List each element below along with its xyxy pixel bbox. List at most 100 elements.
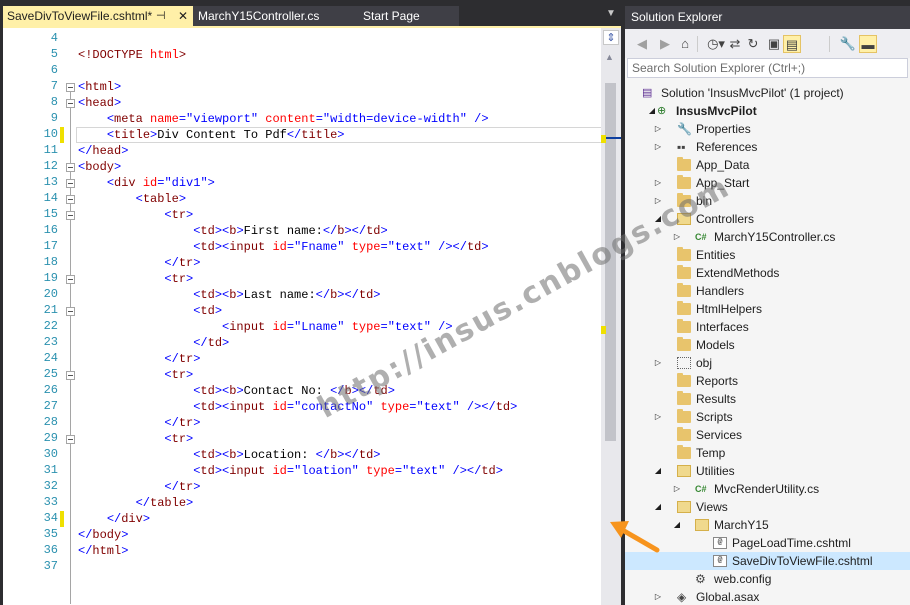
tree-item[interactable]: ◢ MarchY15	[625, 516, 910, 534]
collapsed-arrow-icon[interactable]: ▷	[653, 354, 663, 372]
code-line[interactable]: 25 <tr>	[3, 367, 601, 383]
code-line[interactable]: 6	[3, 63, 601, 79]
tree-item[interactable]: ▷ ▪▪ References	[625, 138, 910, 156]
tree-item[interactable]: Entities	[625, 246, 910, 264]
show-all-files-icon[interactable]: ▤	[783, 35, 801, 53]
tree-item[interactable]: ⚙ web.config	[625, 570, 910, 588]
tree-item[interactable]: Models	[625, 336, 910, 354]
code-line[interactable]: 35 </body>	[3, 527, 601, 543]
code-line[interactable]: 18 </tr>	[3, 255, 601, 271]
code-line[interactable]: 13 <div id="div1">	[3, 175, 601, 191]
code-line[interactable]: 31 <td><input id="loation" type="text" /…	[3, 463, 601, 479]
tree-item[interactable]: ▤ Solution 'InsusMvcPilot' (1 project)	[625, 84, 910, 102]
code-line[interactable]: 16 <td><b>First name:</b></td>	[3, 223, 601, 239]
tree-item[interactable]: Interfaces	[625, 318, 910, 336]
code-line[interactable]: 32 </tr>	[3, 479, 601, 495]
collapsed-arrow-icon[interactable]: ▷	[653, 120, 663, 138]
code-line[interactable]: 19 <tr>	[3, 271, 601, 287]
close-tab-icon[interactable]: ✕	[178, 6, 188, 26]
code-line[interactable]: 23 </td>	[3, 335, 601, 351]
code-line[interactable]: 20 <td><b>Last name:</b></td>	[3, 287, 601, 303]
code-line[interactable]: 5 <!DOCTYPE html>	[3, 47, 601, 63]
collapsed-arrow-icon[interactable]: ▷	[672, 480, 682, 498]
tree-item[interactable]: Handlers	[625, 282, 910, 300]
code-line[interactable]: 7 <html>	[3, 79, 601, 95]
tree-item[interactable]: App_Data	[625, 156, 910, 174]
collapse-toggle-icon[interactable]	[66, 99, 75, 108]
code-line[interactable]: 28 </tr>	[3, 415, 601, 431]
collapsed-arrow-icon[interactable]: ▷	[672, 228, 682, 246]
code-line[interactable]: 9 <meta name="viewport" content="width=d…	[3, 111, 601, 127]
code-line[interactable]: 11 </head>	[3, 143, 601, 159]
scroll-up-icon[interactable]: ▲	[605, 52, 614, 62]
tab-march-y15-controller[interactable]: MarchY15Controller.cs	[193, 6, 351, 26]
collapse-toggle-icon[interactable]	[66, 371, 75, 380]
code-line[interactable]: 14 <table>	[3, 191, 601, 207]
tab-save-div-to-view-file[interactable]: SaveDivToViewFile.cshtml* ⊣ ✕	[3, 6, 193, 26]
tab-dropdown-icon[interactable]: ▼	[606, 8, 616, 19]
expanded-arrow-icon[interactable]: ◢	[647, 102, 657, 120]
code-line[interactable]: 8 <head>	[3, 95, 601, 111]
tree-item[interactable]: ▷ 🔧 Properties	[625, 120, 910, 138]
collapse-toggle-icon[interactable]	[66, 83, 75, 92]
collapsed-arrow-icon[interactable]: ▷	[653, 174, 663, 192]
tree-item[interactable]: ▷ bin	[625, 192, 910, 210]
tree-item[interactable]: ◢ Utilities	[625, 462, 910, 480]
code-line[interactable]: 30 <td><b>Location: </b></td>	[3, 447, 601, 463]
collapse-toggle-icon[interactable]	[66, 163, 75, 172]
tree-item[interactable]: Temp	[625, 444, 910, 462]
code-line[interactable]: 37	[3, 559, 601, 575]
expanded-arrow-icon[interactable]: ◢	[653, 210, 663, 228]
code-line[interactable]: 15 <tr>	[3, 207, 601, 223]
code-line[interactable]: 36 </html>	[3, 543, 601, 559]
tree-item[interactable]: @ PageLoadTime.cshtml	[625, 534, 910, 552]
tree-item[interactable]: ExtendMethods	[625, 264, 910, 282]
collapse-toggle-icon[interactable]	[66, 179, 75, 188]
back-icon[interactable]: ◀	[633, 35, 651, 53]
code-line[interactable]: 34 </div>	[3, 511, 601, 527]
tree-item[interactable]: ▷ App_Start	[625, 174, 910, 192]
pin-icon[interactable]: ⊣	[156, 6, 166, 26]
tree-item[interactable]: ▷ ◈ Global.asax	[625, 588, 910, 605]
tree-item[interactable]: ◢ Controllers	[625, 210, 910, 228]
code-line[interactable]: 4	[3, 31, 601, 47]
tree-item[interactable]: HtmlHelpers	[625, 300, 910, 318]
tree-item[interactable]: ◢ ⊕ InsusMvcPilot	[625, 102, 910, 120]
tree-item[interactable]: ▷ obj	[625, 354, 910, 372]
code-line[interactable]: 12 <body>	[3, 159, 601, 175]
tree-item[interactable]: @ SaveDivToViewFile.cshtml	[625, 552, 910, 570]
tree-item[interactable]: Reports	[625, 372, 910, 390]
history-icon[interactable]: ◷▾	[707, 35, 725, 53]
code-line[interactable]: 22 <input id="Lname" type="text" />	[3, 319, 601, 335]
collapse-toggle-icon[interactable]	[66, 275, 75, 284]
preview-icon[interactable]: ▬	[859, 35, 877, 53]
tree-item[interactable]: Services	[625, 426, 910, 444]
expanded-arrow-icon[interactable]: ◢	[653, 462, 663, 480]
sync-icon[interactable]: ⇄	[726, 35, 744, 53]
split-editor-icon[interactable]: ⇕	[603, 30, 619, 45]
code-line[interactable]: 24 </tr>	[3, 351, 601, 367]
collapsed-arrow-icon[interactable]: ▷	[653, 588, 663, 605]
tab-start-page[interactable]: Start Page	[351, 6, 459, 26]
code-line[interactable]: 10 <title>Div Content To Pdf</title>	[3, 127, 602, 143]
code-line[interactable]: 29 <tr>	[3, 431, 601, 447]
collapsed-arrow-icon[interactable]: ▷	[653, 138, 663, 156]
expanded-arrow-icon[interactable]: ◢	[653, 498, 663, 516]
vertical-scrollbar[interactable]: ⇕ ▲	[601, 28, 621, 605]
code-line[interactable]: 26 <td><b>Contact No: </b></td>	[3, 383, 601, 399]
expanded-arrow-icon[interactable]: ◢	[672, 516, 682, 534]
tree-item[interactable]: ▷ C# MarchY15Controller.cs	[625, 228, 910, 246]
code-line[interactable]: 17 <td><input id="Fname" type="text" /><…	[3, 239, 601, 255]
code-line[interactable]: 21 <td>	[3, 303, 601, 319]
solution-explorer-search-input[interactable]: Search Solution Explorer (Ctrl+;)	[627, 58, 908, 78]
forward-icon[interactable]: ▶	[656, 35, 674, 53]
code-line[interactable]: 27 <td><input id="contactNo" type="text"…	[3, 399, 601, 415]
collapse-toggle-icon[interactable]	[66, 435, 75, 444]
properties-icon[interactable]: 🔧	[839, 35, 857, 53]
tree-item[interactable]: ▷ Scripts	[625, 408, 910, 426]
collapsed-arrow-icon[interactable]: ▷	[653, 408, 663, 426]
collapsed-arrow-icon[interactable]: ▷	[653, 192, 663, 210]
tree-item[interactable]: Results	[625, 390, 910, 408]
collapse-toggle-icon[interactable]	[66, 195, 75, 204]
code-line[interactable]: 33 </table>	[3, 495, 601, 511]
